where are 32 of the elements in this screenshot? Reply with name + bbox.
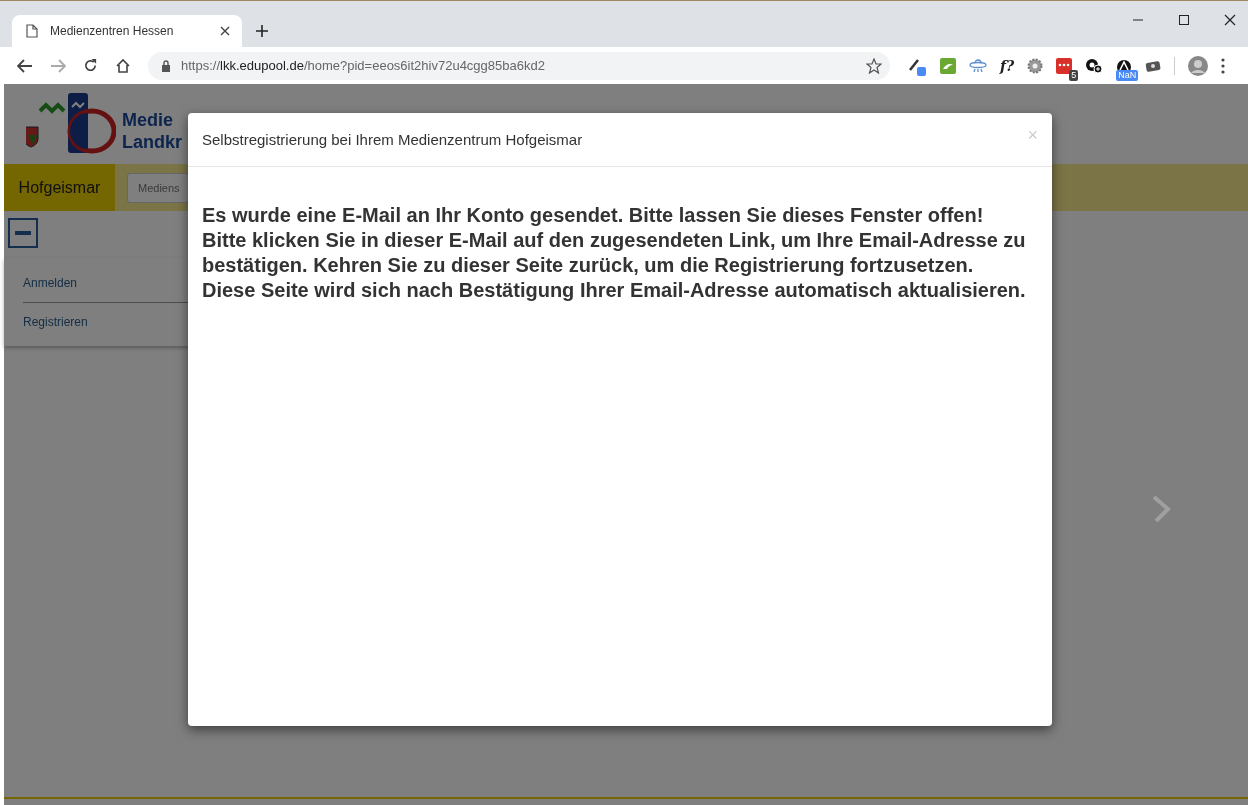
star-icon[interactable] (866, 57, 882, 74)
extension-button[interactable]: f? (1000, 57, 1015, 74)
new-tab-icon[interactable] (256, 25, 268, 37)
page-icon (26, 24, 38, 38)
collapse-button[interactable] (8, 218, 38, 248)
search-field[interactable]: Mediens (127, 172, 189, 203)
maximize-icon[interactable] (1178, 14, 1190, 26)
dots-icon[interactable] (1056, 57, 1073, 74)
extension-badge: 5 (1069, 69, 1079, 81)
close-icon[interactable] (220, 26, 230, 36)
home-icon[interactable] (115, 57, 131, 74)
lock-icon (161, 59, 171, 72)
browser-tab[interactable]: Medienzentren Hessen (12, 15, 242, 47)
modal-message: Es wurde eine E-Mail an Ihr Konto gesendet. Bitte lassen Sie dieses Fenster offen! Bitte klicken Sie in dieser E-Mail auf den zugesendeten Link, um Ihre Email-Adresse zu bestätigen. Kehren Sie zu dieser Seite zurück, um die Registrierung fortzusetzen. Diese Seite wird sich nach Bestätigung Ihrer Email-Adresse automatisch aktualisieren. (202, 203, 1027, 303)
close-icon[interactable] (1224, 14, 1236, 26)
extension-badge: NaN (1116, 69, 1139, 81)
gear-icon[interactable] (1027, 57, 1044, 74)
logo-text: Landkr (122, 131, 182, 153)
logo-text: Medie (122, 109, 174, 131)
menu-icon[interactable] (1221, 57, 1226, 74)
ticket-icon[interactable] (1145, 58, 1162, 73)
minus-icon (15, 231, 31, 235)
url-text: https://lkk.edupool.de/home?pid=eeos6it2hiv72u4cgg85ba6kd2 (181, 58, 546, 73)
reload-icon[interactable] (83, 58, 98, 73)
menu-link[interactable]: Registrieren (23, 314, 190, 329)
address-bar[interactable]: https://lkk.edupool.de/home?pid=eeos6it2hiv72u4cgg85ba6kd2 (148, 51, 890, 80)
avatar-icon[interactable] (1188, 55, 1209, 76)
modal-title: Selbstregistrierung bei Ihrem Medienzentrum Hofgeismar (202, 131, 583, 148)
ufo-icon[interactable] (969, 57, 987, 74)
location-label: Hofgeismar (4, 164, 115, 211)
back-icon[interactable] (17, 58, 33, 73)
menu-link[interactable]: Anmelden (23, 275, 190, 290)
